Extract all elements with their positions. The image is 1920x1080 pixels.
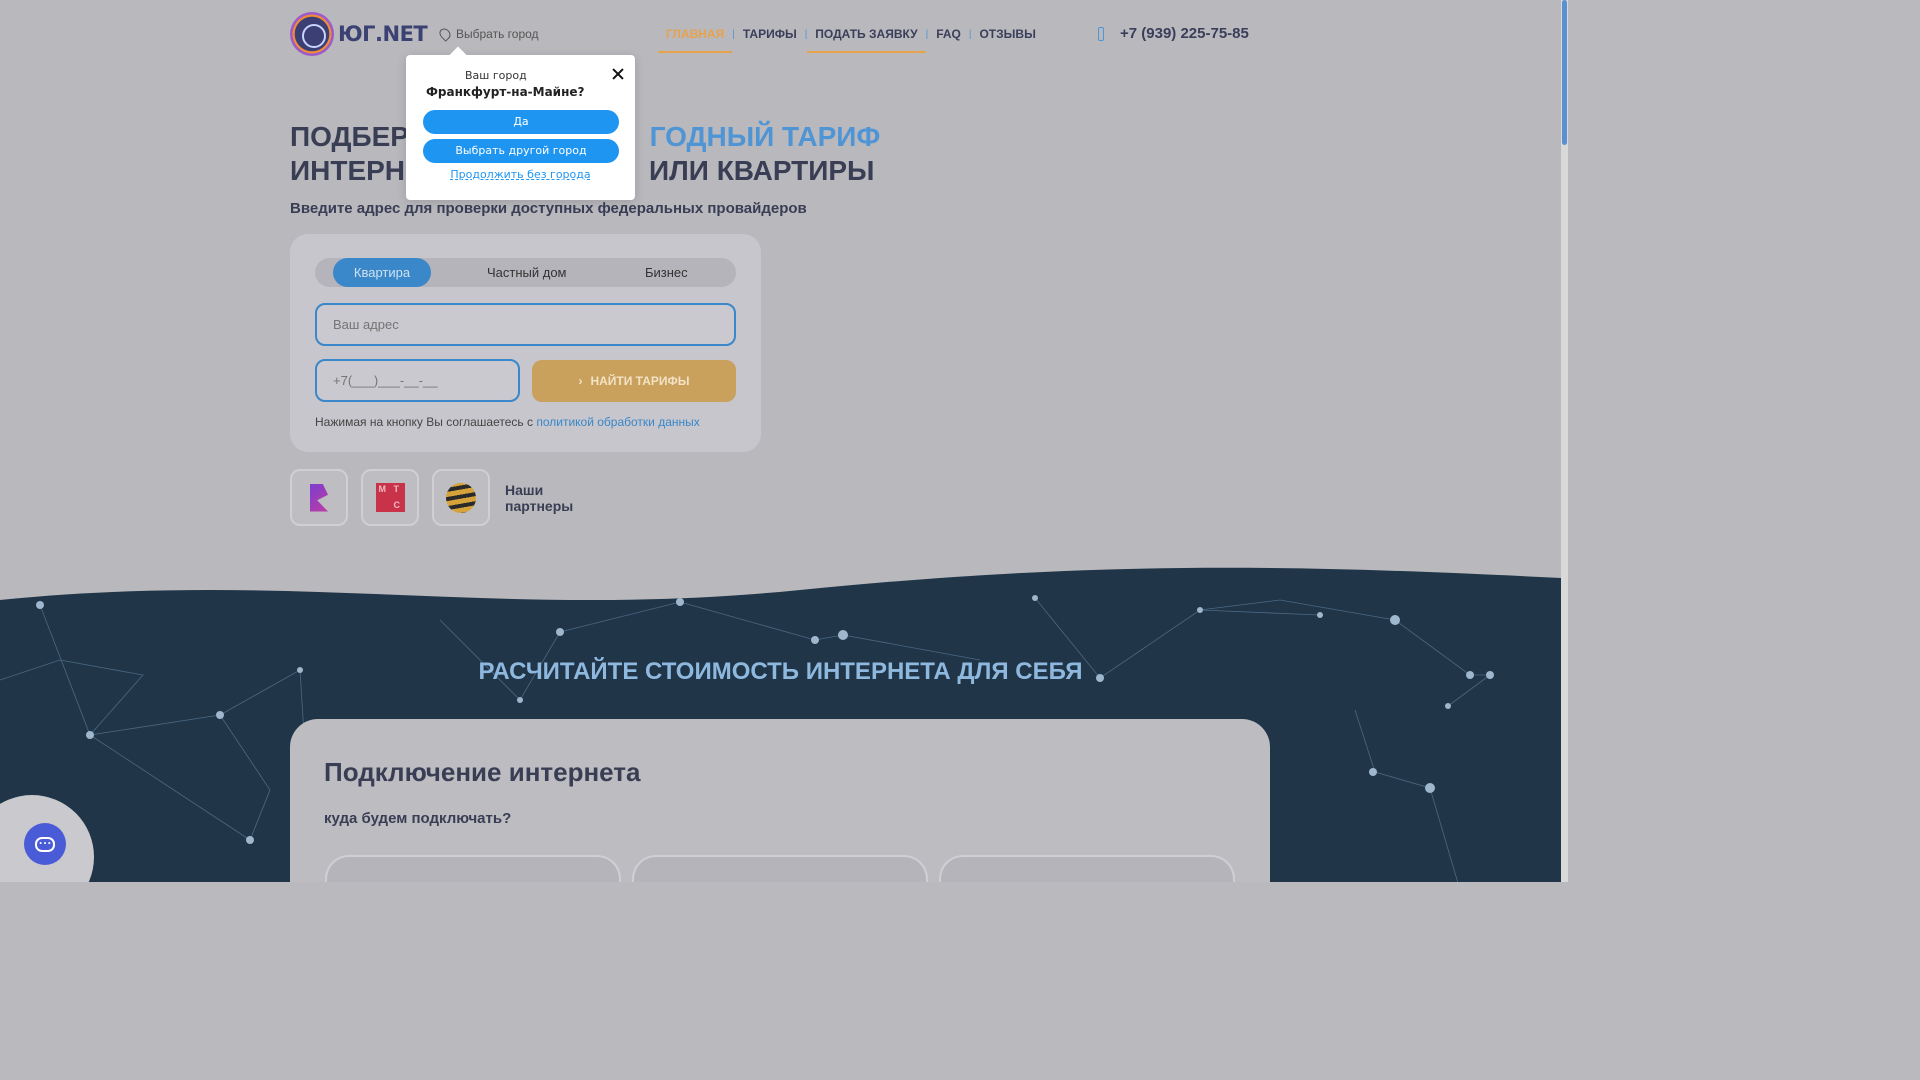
chat-bubble-icon bbox=[35, 833, 55, 852]
consent-label: Нажимая на кнопку Вы соглашаетесь с bbox=[315, 415, 533, 429]
hero-title-accent: ГОДНЫЙ ТАРИФ bbox=[649, 121, 881, 152]
mts-logo-icon: М Т С bbox=[375, 483, 405, 512]
tab-business[interactable]: Бизнес bbox=[645, 258, 688, 287]
mts-letter: Т bbox=[393, 484, 400, 494]
phone-icon bbox=[1098, 26, 1104, 41]
phone-number: +7 (939) 225-75-85 bbox=[1120, 25, 1249, 42]
rostelecom-logo-icon bbox=[310, 483, 328, 512]
continue-without-city-link[interactable]: Продолжить без города bbox=[406, 168, 635, 181]
calc-card-title: Подключение интернета bbox=[324, 757, 641, 787]
mts-letter: М bbox=[378, 484, 387, 494]
partners-label-line: Наши bbox=[505, 481, 544, 498]
chat-button[interactable] bbox=[24, 823, 66, 865]
header-phone[interactable]: +7 (939) 225-75-85 bbox=[1098, 25, 1249, 42]
scrollbar[interactable] bbox=[1561, 0, 1568, 882]
partners-label-line: партнеры bbox=[505, 497, 574, 514]
partners-label: Наши партнеры bbox=[505, 482, 573, 514]
find-tariffs-button[interactable]: › НАЙТИ ТАРИФЫ bbox=[532, 360, 736, 402]
connection-option-card[interactable] bbox=[632, 855, 928, 882]
calc-card: Подключение интернета куда будем подключ… bbox=[290, 719, 1270, 882]
property-type-tabs: Квартира Частный дом Бизнес bbox=[315, 258, 736, 287]
popup-label: Ваш город bbox=[465, 69, 527, 82]
chevron-right-icon: › bbox=[578, 374, 583, 388]
nav-home[interactable]: ГЛАВНАЯ bbox=[658, 27, 733, 53]
confirm-city-button[interactable]: Да bbox=[423, 110, 619, 134]
phone-input[interactable] bbox=[315, 359, 520, 402]
logo-globe-icon bbox=[290, 12, 334, 56]
select-city-label: Выбрать город bbox=[456, 27, 539, 41]
tab-apartment[interactable]: Квартира bbox=[333, 258, 431, 287]
address-form: Квартира Частный дом Бизнес › НАЙТИ ТАРИ… bbox=[290, 234, 761, 452]
address-input[interactable] bbox=[315, 303, 736, 346]
nav-apply[interactable]: ПОДАТЬ ЗАЯВКУ bbox=[807, 27, 926, 53]
partner-mts[interactable]: М Т С bbox=[361, 469, 419, 526]
logo-text: ЮГ.NET bbox=[338, 22, 428, 46]
mts-letter: С bbox=[393, 500, 401, 510]
main-nav: ГЛАВНАЯ | ТАРИФЫ | ПОДАТЬ ЗАЯВКУ | FAQ |… bbox=[658, 27, 1044, 53]
close-icon[interactable] bbox=[611, 67, 625, 81]
tab-house[interactable]: Частный дом bbox=[487, 258, 567, 287]
consent-text: Нажимая на кнопку Вы соглашаетесь с поли… bbox=[315, 415, 700, 429]
select-city-button[interactable]: Выбрать город bbox=[437, 26, 539, 42]
partners-row: М Т С Наши партнеры bbox=[290, 469, 573, 526]
nav-faq[interactable]: FAQ bbox=[928, 27, 969, 41]
beeline-logo-icon bbox=[446, 482, 476, 513]
site-logo[interactable]: ЮГ.NET bbox=[290, 12, 428, 56]
page: ЮГ.NET Выбрать город ГЛАВНАЯ | ТАРИФЫ | … bbox=[0, 0, 1561, 882]
connection-option-card[interactable] bbox=[939, 855, 1235, 882]
hero-subtitle: Введите адрес для проверки доступных фед… bbox=[290, 200, 807, 217]
calc-question: куда будем подключать? bbox=[324, 810, 512, 827]
hero-title-part: ИНТЕРН bbox=[290, 155, 406, 186]
calc-section-title: РАСЧИТАЙТЕ СТОИМОСТЬ ИНТЕРНЕТА ДЛЯ СЕБЯ bbox=[478, 658, 1083, 685]
nav-reviews[interactable]: ОТЗЫВЫ bbox=[971, 27, 1043, 41]
choose-other-city-button[interactable]: Выбрать другой город bbox=[423, 139, 619, 163]
privacy-policy-link[interactable]: политикой обработки данных bbox=[536, 415, 699, 429]
connection-option-card[interactable] bbox=[325, 855, 621, 882]
city-confirm-popup: Ваш город Франкфурт-на-Майне? Да Выбрать… bbox=[406, 55, 635, 200]
nav-tariffs[interactable]: ТАРИФЫ bbox=[735, 27, 805, 41]
location-pin-icon bbox=[437, 26, 453, 42]
popup-city-question: Франкфурт-на-Майне? bbox=[426, 85, 585, 99]
partner-rostelecom[interactable] bbox=[290, 469, 348, 526]
partner-beeline[interactable] bbox=[432, 469, 490, 526]
find-tariffs-label: НАЙТИ ТАРИФЫ bbox=[590, 374, 690, 388]
hero-title-part: ИЛИ КВАРТИРЫ bbox=[649, 155, 875, 186]
scrollbar-thumb[interactable] bbox=[1562, 0, 1567, 145]
